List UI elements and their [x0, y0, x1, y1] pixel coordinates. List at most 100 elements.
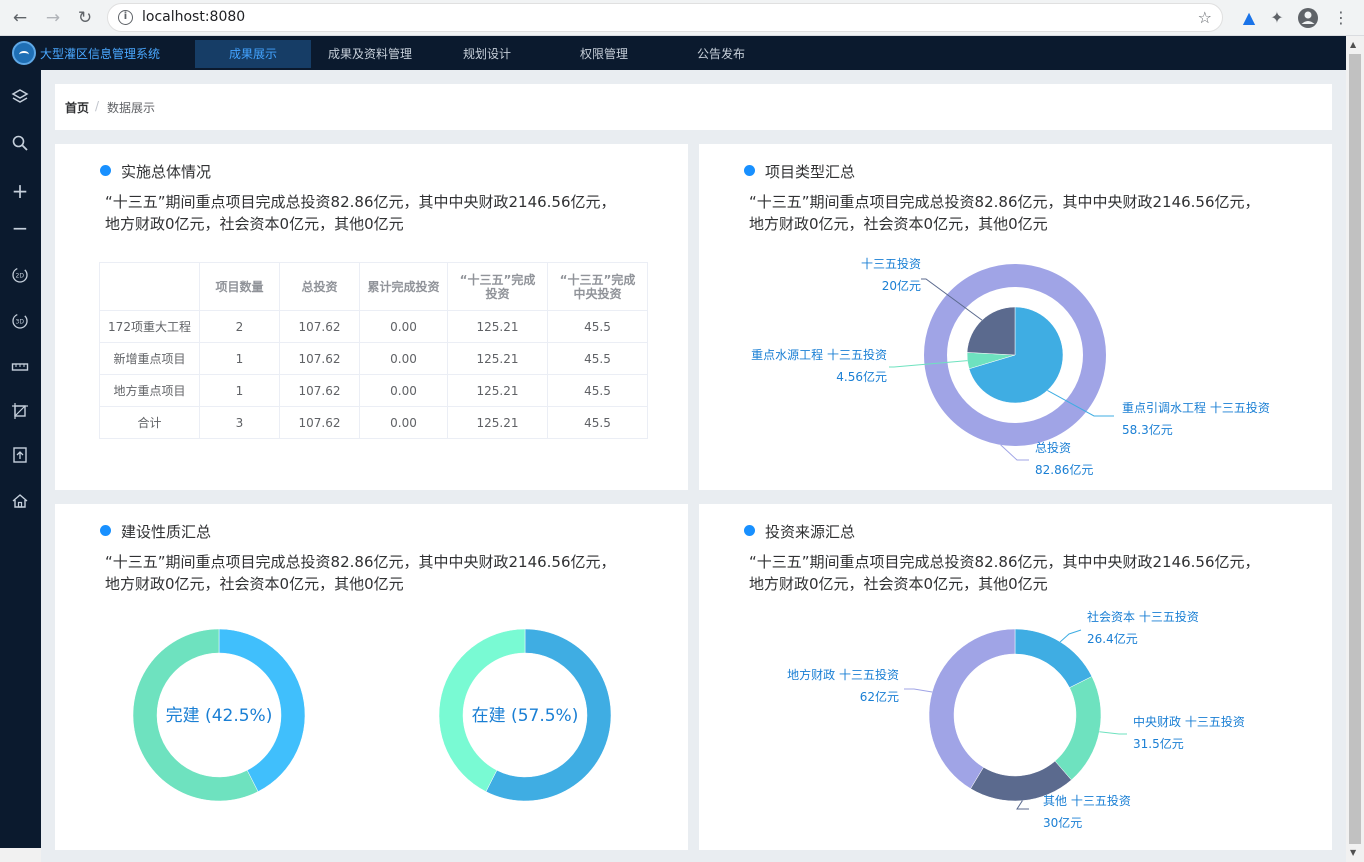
summary-line-1: “十三五”期间重点项目完成总投资82.86亿元，其中中央财政2146.56亿元，	[105, 193, 616, 211]
zoom-in-icon[interactable]: +	[9, 180, 31, 202]
address-bar[interactable]: i localhost:8080 ☆	[107, 3, 1223, 32]
table-cell: 45.5	[547, 406, 648, 439]
search-icon[interactable]	[9, 134, 31, 156]
table-cell: 1	[199, 342, 280, 375]
project-type-chart: 十三五投资 20亿元重点水源工程 十三五投资 4.56亿元重点引调水工程 十三五投资…	[751, 256, 1270, 477]
complete-center-label: 完建 (42.5%)	[166, 706, 273, 726]
ongoing-center-label: 在建 (57.5%)	[472, 706, 579, 726]
slice-label: 重点水源工程 十三五投资	[751, 347, 887, 362]
table-cell: 0.00	[359, 374, 448, 407]
table-row: 新增重点项目 1 107.62 0.00 125.21 45.5	[99, 342, 648, 375]
table-cell: 45.5	[547, 374, 648, 407]
table-cell: 107.62	[279, 310, 360, 343]
view-2d-icon[interactable]: 2D	[9, 266, 31, 288]
breadcrumb-home[interactable]: 首页	[65, 99, 89, 116]
breadcrumb-separator: /	[95, 99, 100, 113]
table-header-cell: “十三五”完成 投资	[447, 262, 548, 311]
tab-permission-management[interactable]: 权限管理	[546, 40, 662, 68]
table-cell: 新增重点项目	[99, 342, 200, 375]
table-cell: 125.21	[447, 310, 548, 343]
bookmark-star-icon[interactable]: ☆	[1198, 8, 1212, 27]
svg-text:3D: 3D	[16, 319, 25, 326]
table-cell: 2	[199, 310, 280, 343]
table-header-cell: 总投资	[279, 262, 360, 311]
export-icon[interactable]	[9, 446, 31, 468]
table-cell: 1	[199, 374, 280, 407]
menu-dots-icon[interactable]: ⋮	[1330, 7, 1352, 29]
tab-results-display[interactable]: 成果展示	[195, 40, 311, 68]
forward-icon[interactable]: →	[42, 7, 64, 29]
url-text[interactable]: localhost:8080	[142, 9, 245, 25]
home-icon[interactable]	[9, 492, 31, 514]
project-type-card: 项目类型汇总 “十三五”期间重点项目完成总投资82.86亿元，其中中央财政214…	[699, 144, 1332, 490]
table-cell: 172项重大工程	[99, 310, 200, 343]
table-cell: 3	[199, 406, 280, 439]
area-measure-icon[interactable]	[9, 402, 31, 424]
layers-icon[interactable]	[9, 88, 31, 110]
extension-icon[interactable]: ▲	[1238, 7, 1260, 29]
label-line	[1099, 731, 1127, 735]
table-cell: 0.00	[359, 406, 448, 439]
puzzle-icon[interactable]: ✦	[1266, 7, 1288, 29]
slice-label: 地方财政 十三五投资	[787, 667, 899, 682]
overall-data-table: 项目数量 总投资 累计完成投资 “十三五”完成 投资 “十三五”完成 中央投资 172项重大…	[99, 262, 648, 439]
tab-planning-design[interactable]: 规划设计	[429, 40, 545, 68]
funding-source-card: 投资来源汇总 “十三五”期间重点项目完成总投资82.86亿元，其中中央财政214…	[699, 504, 1332, 850]
funding-source-chart: 社会资本 十三五投资 26.4亿元中央财政 十三五投资 31.5亿元其他 十三五投资…	[787, 609, 1245, 830]
table-cell: 107.62	[279, 406, 360, 439]
ruler-icon[interactable]	[9, 358, 31, 380]
table-cell: 0.00	[359, 310, 448, 343]
table-cell: 地方重点项目	[99, 374, 200, 407]
summary-text: “十三五”期间重点项目完成总投资82.86亿元，其中中央财政2146.56亿元，…	[105, 191, 675, 235]
breadcrumb: 首页 / 数据展示	[55, 84, 1332, 130]
slice-label: 重点引调水工程 十三五投资	[1122, 400, 1270, 415]
slice-label: 总投资	[1035, 440, 1071, 455]
slice-value-label: 31.5亿元	[1133, 736, 1184, 751]
label-line	[904, 688, 933, 693]
table-cell: 45.5	[547, 342, 648, 375]
breadcrumb-current: 数据展示	[107, 101, 156, 115]
slice-value-label: 30亿元	[1043, 815, 1082, 830]
horizontal-scrollbar[interactable]	[0, 848, 41, 862]
funding-donut-slice-0[interactable]	[1014, 628, 1093, 689]
table-row: 172项重大工程 2 107.62 0.00 125.21 45.5	[99, 310, 648, 343]
construction-nature-chart: 完建 (42.5%) 在建 (57.5%)	[132, 628, 612, 802]
view-3d-icon[interactable]: 3D	[9, 312, 31, 334]
reload-icon[interactable]: ↻	[74, 7, 96, 29]
scroll-up-icon[interactable]: ▲	[1350, 40, 1356, 49]
table-row: 地方重点项目 1 107.62 0.00 125.21 45.5	[99, 374, 648, 407]
slice-value-label: 20亿元	[882, 278, 921, 293]
label-line	[1059, 629, 1082, 643]
slice-label: 社会资本 十三五投资	[1087, 609, 1199, 624]
overall-status-card: 实施总体情况 “十三五”期间重点项目完成总投资82.86亿元，其中中央财政214…	[55, 144, 688, 490]
table-header-cell: 项目数量	[199, 262, 280, 311]
tab-results-data-management[interactable]: 成果及资料管理	[312, 40, 428, 68]
info-icon[interactable]: i	[118, 10, 133, 25]
slice-value-label: 58.3亿元	[1122, 422, 1173, 437]
table-cell: 125.21	[447, 342, 548, 375]
summary-line-2: 地方财政0亿元，社会资本0亿元，其他0亿元	[105, 215, 404, 233]
label-line	[1016, 800, 1029, 810]
card-title: 实施总体情况	[121, 163, 212, 181]
funding-donut-slice-1[interactable]	[1054, 676, 1102, 781]
slice-value-label: 26.4亿元	[1087, 631, 1138, 646]
tab-announcement[interactable]: 公告发布	[663, 40, 779, 68]
vertical-scrollbar[interactable]: ▲ ▼	[1346, 36, 1364, 862]
funding-donut-slice-3[interactable]	[928, 628, 1016, 789]
slice-value-label: 62亿元	[860, 689, 899, 704]
table-cell: 125.21	[447, 406, 548, 439]
table-cell: 45.5	[547, 310, 648, 343]
scrollbar-thumb[interactable]	[1349, 54, 1361, 844]
profile-icon[interactable]	[1297, 7, 1319, 29]
slice-label: 十三五投资	[861, 256, 921, 271]
slice-label: 中央财政 十三五投资	[1133, 714, 1245, 729]
back-icon[interactable]: ←	[9, 7, 31, 29]
table-header-cell: “十三五”完成 中央投资	[547, 262, 648, 311]
map-tools-sidebar: + − 2D 3D	[0, 70, 41, 862]
slice-value-label: 82.86亿元	[1035, 462, 1093, 477]
scroll-down-icon[interactable]: ▼	[1350, 848, 1356, 857]
top-navigation: 大型灌区信息管理系统 成果展示 成果及资料管理 规划设计 权限管理 公告发布	[0, 36, 1364, 70]
zoom-out-icon[interactable]: −	[9, 217, 31, 239]
table-cell: 107.62	[279, 374, 360, 407]
table-cell: 合计	[99, 406, 200, 439]
